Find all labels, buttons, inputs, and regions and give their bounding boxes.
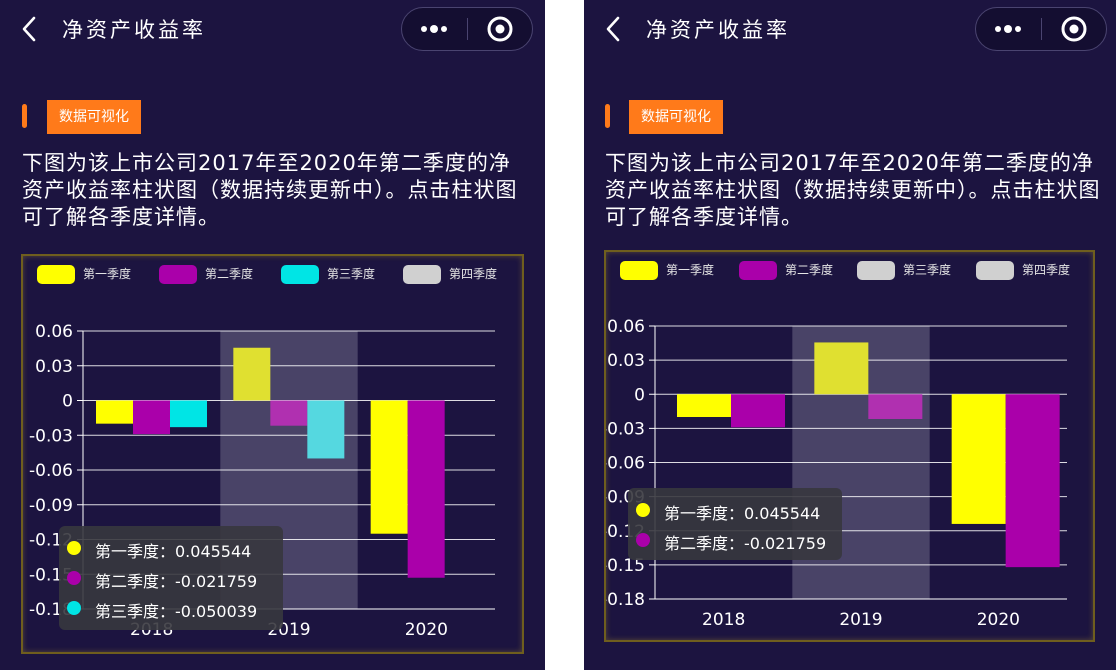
y-tick-label: 0 <box>62 392 73 412</box>
bar-2018-q1 <box>677 394 731 417</box>
bar-2020-q2 <box>407 400 445 578</box>
bar-2018-q3 <box>170 400 207 428</box>
page-title: 净资产收益率 <box>646 18 790 42</box>
bar-2020-q1 <box>370 400 408 534</box>
tooltip-text: 第一季度：0.045544 <box>95 542 252 561</box>
phone-screen-right: 净资产收益率 数据可视化 下图为该上市公司2017年至2020年第二季度的净资产… <box>584 0 1116 670</box>
tooltip-row: 第二季度：-0.021759 <box>628 524 842 554</box>
bar-2019-q2 <box>270 400 308 426</box>
tooltip-row: 第三季度：-0.050039 <box>59 592 283 622</box>
chart-tooltip: 第一季度：0.045544 第二季度：-0.021759 <box>628 488 842 560</box>
mini-program-capsule <box>401 7 533 51</box>
y-tick-label: 0.03 <box>35 357 73 377</box>
bar-2019-q1 <box>814 342 869 395</box>
y-tick-label: -0.06 <box>29 461 73 481</box>
tooltip-row: 第二季度：-0.021759 <box>59 562 283 592</box>
close-target-icon[interactable] <box>1042 8 1106 50</box>
y-tick-label: -0.03 <box>29 426 73 446</box>
tooltip-dot <box>67 571 81 585</box>
bar-2019-q2 <box>868 394 923 420</box>
back-arrow-icon[interactable] <box>18 14 44 44</box>
x-tick-label: 2019 <box>839 610 882 630</box>
tooltip-row: 第一季度：0.045544 <box>628 494 842 524</box>
section-tag: 数据可视化 <box>47 100 141 134</box>
chart-tooltip: 第一季度：0.045544 第二季度：-0.021759 第三季度：-0.050… <box>59 526 283 630</box>
y-tick-label: -0.09 <box>29 496 73 516</box>
y-tick-label: 0.03 <box>607 351 645 371</box>
bar-2018-q2 <box>133 400 170 435</box>
bar-2019-q3 <box>307 400 345 459</box>
bar-2018-q2 <box>731 394 785 428</box>
tooltip-dot <box>67 601 81 615</box>
y-tick-label: 0 <box>634 385 645 405</box>
bar-2020-q1 <box>951 394 1006 524</box>
tooltip-row: 第一季度：0.045544 <box>59 532 283 562</box>
chart-description: 下图为该上市公司2017年至2020年第二季度的净资产收益率柱状图（数据持续更新… <box>22 151 518 229</box>
tooltip-text: 第二季度：-0.021759 <box>664 534 827 553</box>
roe-bar-chart[interactable]: 第一季度 第二季度 第三季度 第四季度 0.060.030-0.03-0.06-… <box>604 250 1095 642</box>
y-tick-label: -0.18 <box>606 590 645 610</box>
y-tick-label: -0.06 <box>606 454 645 474</box>
bar-2018-q1 <box>96 400 133 424</box>
nav-bar: 净资产收益率 <box>0 0 545 58</box>
bar-2019-q1 <box>233 347 271 401</box>
chart-plot: 0.060.030-0.03-0.06-0.09-0.12-0.15-0.182… <box>606 317 1067 630</box>
close-target-icon[interactable] <box>468 8 532 50</box>
tooltip-text: 第三季度：-0.050039 <box>95 602 258 621</box>
tooltip-dot <box>636 503 650 517</box>
nav-bar: 净资产收益率 <box>584 0 1116 58</box>
phone-screen-left: 净资产收益率 数据可视化 下图为该上市公司2017年至2020年第二季度的净资产… <box>0 0 545 670</box>
tooltip-dot <box>67 541 81 555</box>
tooltip-text: 第一季度：0.045544 <box>664 504 821 523</box>
chart-description: 下图为该上市公司2017年至2020年第二季度的净资产收益率柱状图（数据持续更新… <box>605 151 1101 229</box>
more-icon[interactable] <box>402 8 466 50</box>
x-tick-label: 2020 <box>405 620 448 640</box>
more-icon[interactable] <box>976 8 1040 50</box>
section-marker <box>22 104 27 128</box>
tooltip-dot <box>636 533 650 547</box>
section-tag: 数据可视化 <box>629 100 723 134</box>
x-tick-label: 2018 <box>702 610 745 630</box>
y-tick-label: -0.03 <box>606 419 645 439</box>
page-title: 净资产收益率 <box>62 18 206 42</box>
roe-bar-chart[interactable]: 第一季度 第二季度 第三季度 第四季度 0.060.030-0.03-0.06-… <box>21 254 524 654</box>
tooltip-text: 第二季度：-0.021759 <box>95 572 258 591</box>
y-tick-label: 0.06 <box>607 317 645 337</box>
back-arrow-icon[interactable] <box>602 14 628 44</box>
section-marker <box>605 104 610 128</box>
x-tick-label: 2020 <box>977 610 1020 630</box>
y-tick-label: 0.06 <box>35 322 73 342</box>
bar-2020-q2 <box>1005 394 1060 568</box>
mini-program-capsule <box>975 7 1107 51</box>
